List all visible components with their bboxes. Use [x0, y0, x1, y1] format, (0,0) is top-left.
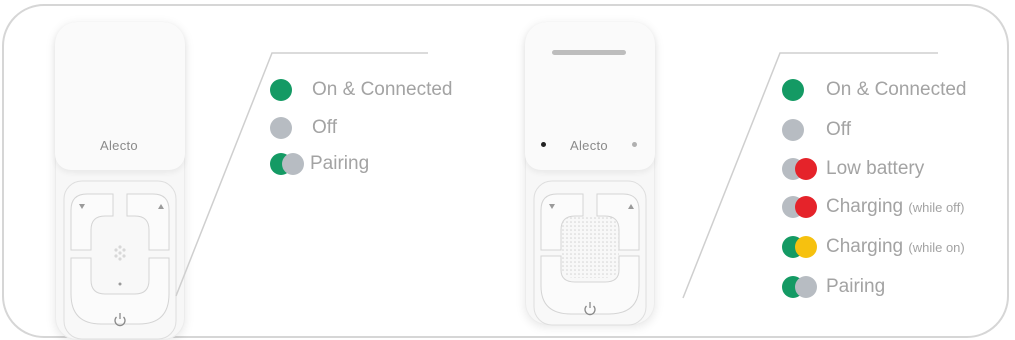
- legend-label: Low battery: [826, 158, 925, 179]
- right-device-keypad: [533, 180, 647, 326]
- legend-item-low-battery: Low battery: [782, 155, 924, 183]
- legend-note: (while on): [908, 240, 965, 255]
- legend-label: On & Connected: [826, 79, 967, 100]
- led-red-icon: [795, 158, 817, 180]
- led-yellow-icon: [795, 236, 817, 258]
- right-device-brand: Alecto: [570, 138, 608, 153]
- legend-item-charging-off: Charging (while off): [782, 193, 965, 221]
- legend-label: Pairing: [826, 276, 886, 297]
- left-device-keypad: [63, 180, 177, 340]
- led-green-icon: [782, 79, 804, 101]
- night-light-sensor-icon: [541, 142, 546, 147]
- legend-item-charging-on: Charging (while on): [782, 233, 965, 261]
- sensor-bar: [552, 50, 626, 55]
- status-led: [632, 142, 637, 147]
- right-device: Alecto: [525, 22, 655, 326]
- legend-item-pairing: Pairing: [270, 150, 369, 178]
- status-led: [118, 282, 122, 286]
- legend-label: Charging (while on): [826, 236, 965, 257]
- legend-item-off: Off: [782, 116, 851, 144]
- led-grey-icon: [795, 276, 817, 298]
- legend-item-pairing: Pairing: [782, 273, 885, 301]
- left-device: Alecto: [55, 22, 185, 340]
- legend-label: Pairing: [310, 153, 370, 174]
- legend-note: (while off): [908, 200, 965, 215]
- legend-label: On & Connected: [312, 79, 453, 100]
- legend-item-on-connected: On & Connected: [782, 76, 966, 104]
- legend-label: Off: [312, 117, 337, 138]
- led-grey-icon: [282, 153, 304, 175]
- legend-label: Charging (while off): [826, 196, 965, 217]
- legend-item-off: Off: [270, 114, 337, 142]
- led-grey-icon: [782, 119, 804, 141]
- led-red-icon: [795, 196, 817, 218]
- legend-item-on-connected: On & Connected: [270, 76, 452, 104]
- legend-label: Off: [826, 119, 851, 140]
- left-device-brand: Alecto: [100, 138, 138, 153]
- led-green-icon: [270, 79, 292, 101]
- led-grey-icon: [270, 117, 292, 139]
- speaker-grille-icon: [561, 216, 619, 278]
